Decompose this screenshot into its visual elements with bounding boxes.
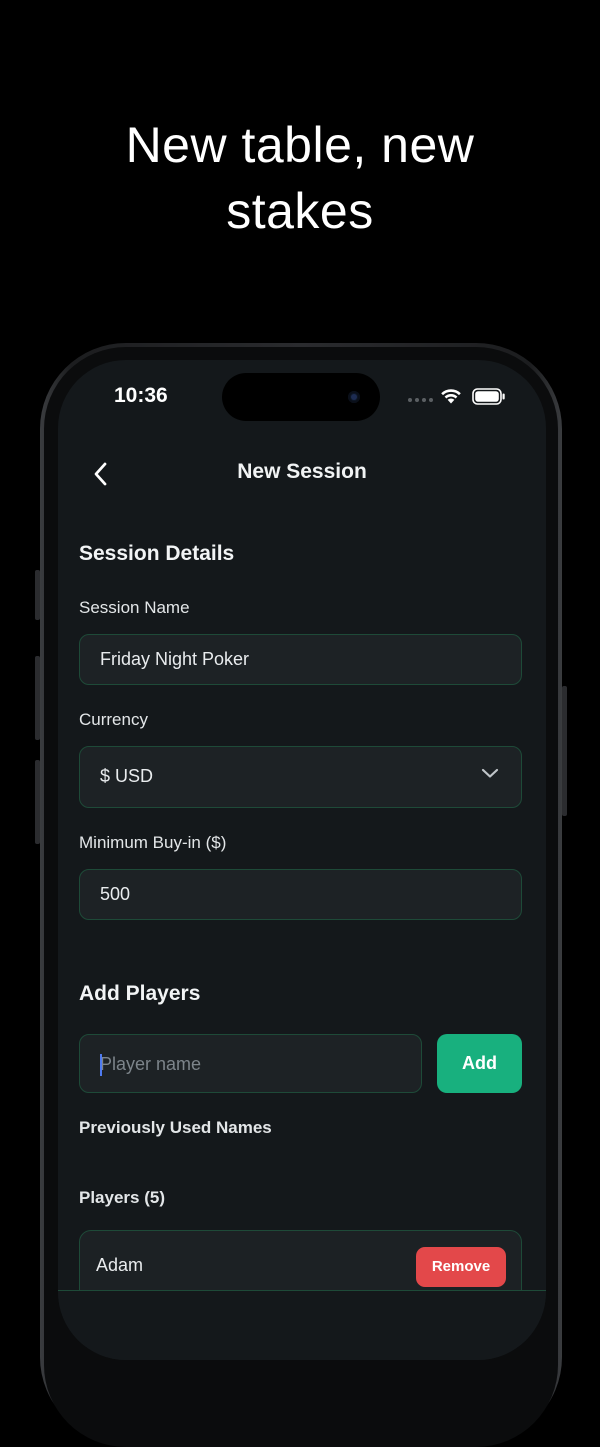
cellular-signal-icon: [408, 398, 433, 402]
status-time: 10:36: [114, 384, 168, 407]
currency-select[interactable]: $ USD: [79, 746, 522, 808]
players-count-label: Players (5): [79, 1188, 165, 1207]
currency-label: Currency: [79, 710, 148, 729]
dynamic-island: [222, 373, 380, 421]
wifi-icon: [441, 389, 461, 404]
min-buyin-input[interactable]: 500: [79, 869, 522, 920]
section-title-session-details: Session Details: [79, 542, 235, 565]
remove-player-button[interactable]: Remove: [416, 1247, 506, 1287]
session-name-label: Session Name: [79, 598, 190, 617]
currency-value: $ USD: [100, 766, 154, 786]
action-button: [35, 570, 40, 620]
session-name-value: Friday Night Poker: [100, 649, 250, 669]
previously-used-names-label: Previously Used Names: [79, 1118, 272, 1137]
min-buyin-value: 500: [100, 884, 131, 904]
session-name-input[interactable]: Friday Night Poker: [79, 634, 522, 685]
phone-screen: 10:36 New Session Session Details Sessio…: [58, 360, 546, 1360]
add-player-button[interactable]: Add: [437, 1034, 522, 1093]
battery-icon: [472, 388, 505, 405]
player-name-placeholder: Player name: [100, 1054, 202, 1074]
volume-up-button: [35, 656, 40, 740]
headline-line-1: New table, new: [125, 117, 475, 173]
player-name: Adam: [96, 1255, 144, 1275]
volume-down-button: [35, 760, 40, 844]
page-title: New Session: [237, 460, 367, 483]
min-buyin-label: Minimum Buy-in ($): [79, 833, 227, 852]
power-button: [562, 686, 567, 816]
bottom-action-bar: [58, 1290, 546, 1360]
promo-headline: New table, new stakes: [0, 112, 600, 244]
headline-line-2: stakes: [226, 183, 374, 239]
player-name-input[interactable]: Player name: [79, 1034, 422, 1093]
text-caret: [100, 1054, 102, 1076]
camera-icon: [348, 391, 360, 403]
section-title-add-players: Add Players: [79, 982, 201, 1005]
chevron-down-icon: [481, 768, 499, 778]
